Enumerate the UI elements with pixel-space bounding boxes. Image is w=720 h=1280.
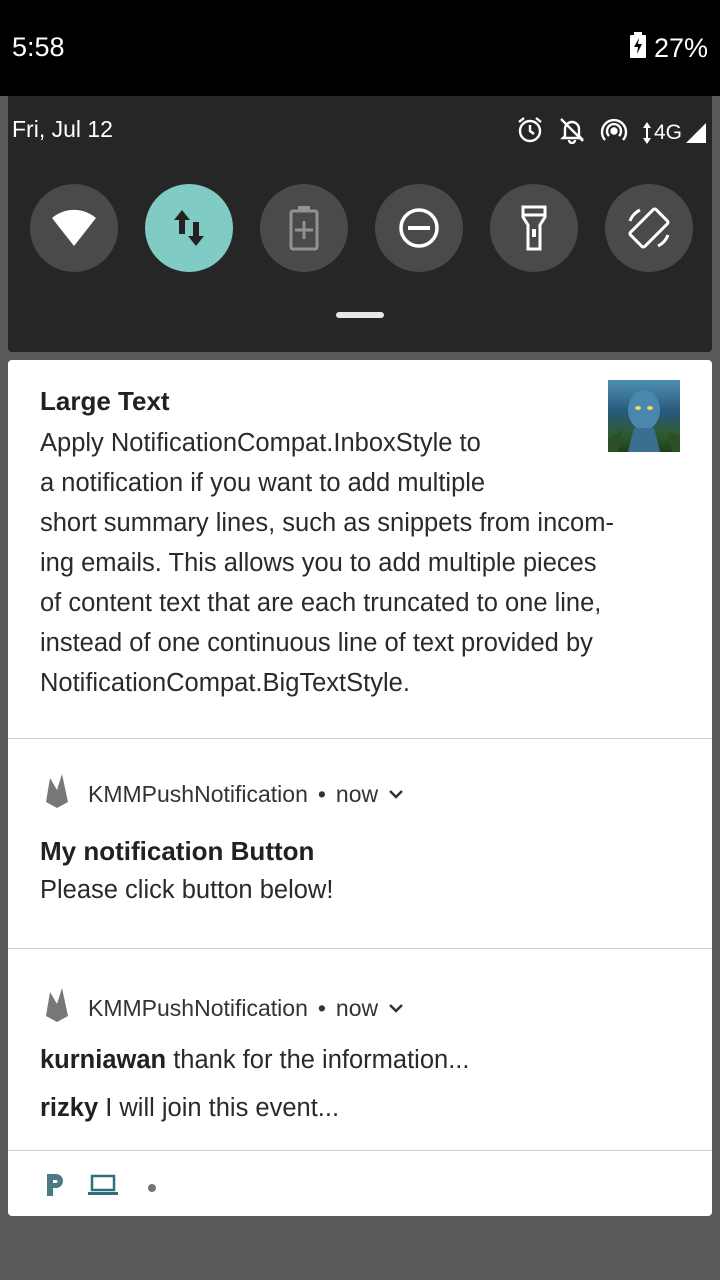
message-line: kurniawan thank for the information... [40, 1046, 469, 1075]
mobile-data-tile[interactable] [145, 184, 233, 272]
notification-title: My notification Button [40, 836, 315, 866]
header-separator: • [317, 994, 326, 1021]
app-name: KMMPushNotification [88, 780, 308, 807]
status-bar: 5:58 27% [0, 0, 720, 96]
qs-date[interactable]: Fri, Jul 12 [12, 116, 113, 143]
flashlight-tile[interactable] [490, 184, 578, 272]
data-transfer-icon [174, 210, 204, 246]
notification-large-icon [608, 380, 680, 452]
battery-saver-icon [289, 206, 319, 251]
quick-settings-panel: Fri, Jul 12 4G [8, 96, 712, 352]
data-arrows-icon [642, 121, 651, 144]
do-not-disturb-tile[interactable] [375, 184, 463, 272]
notification-body: Apply NotificationCompat.InboxStyle to a… [40, 429, 614, 697]
qs-status-icons: 4G [516, 116, 708, 149]
notifications-off-icon [558, 116, 586, 149]
notification-title: Large Text [40, 386, 170, 416]
wifi-icon [52, 209, 96, 246]
laptop-icon [88, 1173, 118, 1202]
notification-divider [8, 948, 712, 949]
alarm-icon [516, 116, 544, 149]
quick-settings-tiles [30, 184, 693, 272]
notification-text: Please click button below! [40, 876, 334, 904]
p-app-icon [44, 1172, 66, 1203]
app-icon [44, 774, 70, 814]
mobile-network-indicator: 4G [642, 121, 708, 145]
quick-settings-expand-handle[interactable] [336, 312, 384, 318]
network-type: 4G [653, 120, 682, 144]
status-time: 5:58 [12, 32, 65, 62]
flashlight-icon [521, 205, 547, 251]
app-icon [44, 988, 70, 1028]
notification-shade: Large Text Apply NotificationCompat.Inbo… [8, 360, 712, 1216]
auto-rotate-tile[interactable] [605, 184, 693, 272]
message-line: rizky I will join this event... [40, 1094, 339, 1123]
message-text: thank for the information... [173, 1046, 470, 1074]
battery-charging-icon [629, 32, 646, 65]
minimized-notifications-row[interactable] [44, 1172, 156, 1203]
header-separator: • [317, 780, 326, 807]
battery-status: 27% [629, 32, 708, 65]
chevron-down-icon[interactable] [388, 788, 404, 800]
notification-app-header: KMMPushNotification • now [44, 774, 404, 814]
app-name: KMMPushNotification [88, 994, 308, 1021]
auto-rotate-icon [628, 207, 670, 249]
message-sender: rizky [40, 1094, 99, 1122]
chevron-down-icon[interactable] [388, 1002, 404, 1014]
do-not-disturb-icon [399, 208, 439, 248]
notification-divider [8, 1150, 712, 1151]
message-sender: kurniawan [40, 1046, 167, 1074]
notification-app-header: KMMPushNotification • now [44, 988, 404, 1028]
hotspot-icon [600, 116, 628, 149]
notification-time: now [335, 780, 379, 807]
notification-time: now [335, 994, 379, 1021]
message-text: I will join this event... [105, 1094, 340, 1122]
notification-divider [8, 738, 712, 739]
wifi-tile[interactable] [30, 184, 118, 272]
more-notifications-dot-icon [148, 1183, 156, 1192]
battery-percent: 27% [653, 33, 708, 63]
battery-saver-tile[interactable] [260, 184, 348, 272]
signal-icon [686, 122, 706, 143]
